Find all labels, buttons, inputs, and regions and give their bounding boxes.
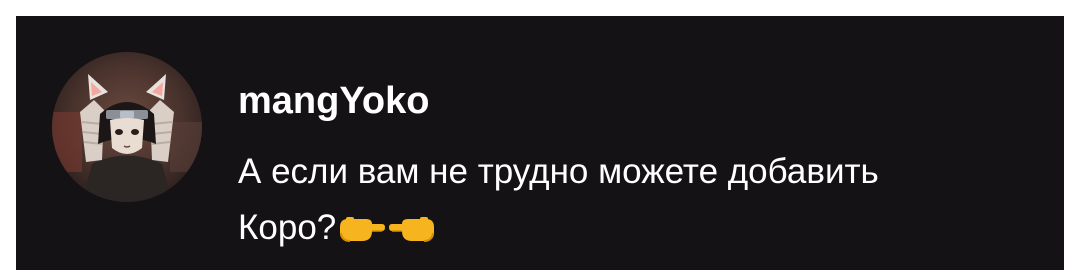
backhand-index-pointing-right-icon <box>388 213 436 245</box>
backhand-index-pointing-right-icon <box>338 213 386 245</box>
message-line-1: А если вам не трудно можете добавить <box>238 152 879 191</box>
message-text: Коро? <box>238 208 337 247</box>
avatar-image <box>52 52 202 202</box>
comment-card: mangYoko А если вам не трудно можете доб… <box>16 16 1064 270</box>
username[interactable]: mangYoko <box>238 76 429 126</box>
message-line-2: Коро? <box>238 200 1038 256</box>
comment-message: А если вам не трудно можете добавить Кор… <box>238 144 1038 256</box>
avatar[interactable] <box>52 52 202 202</box>
